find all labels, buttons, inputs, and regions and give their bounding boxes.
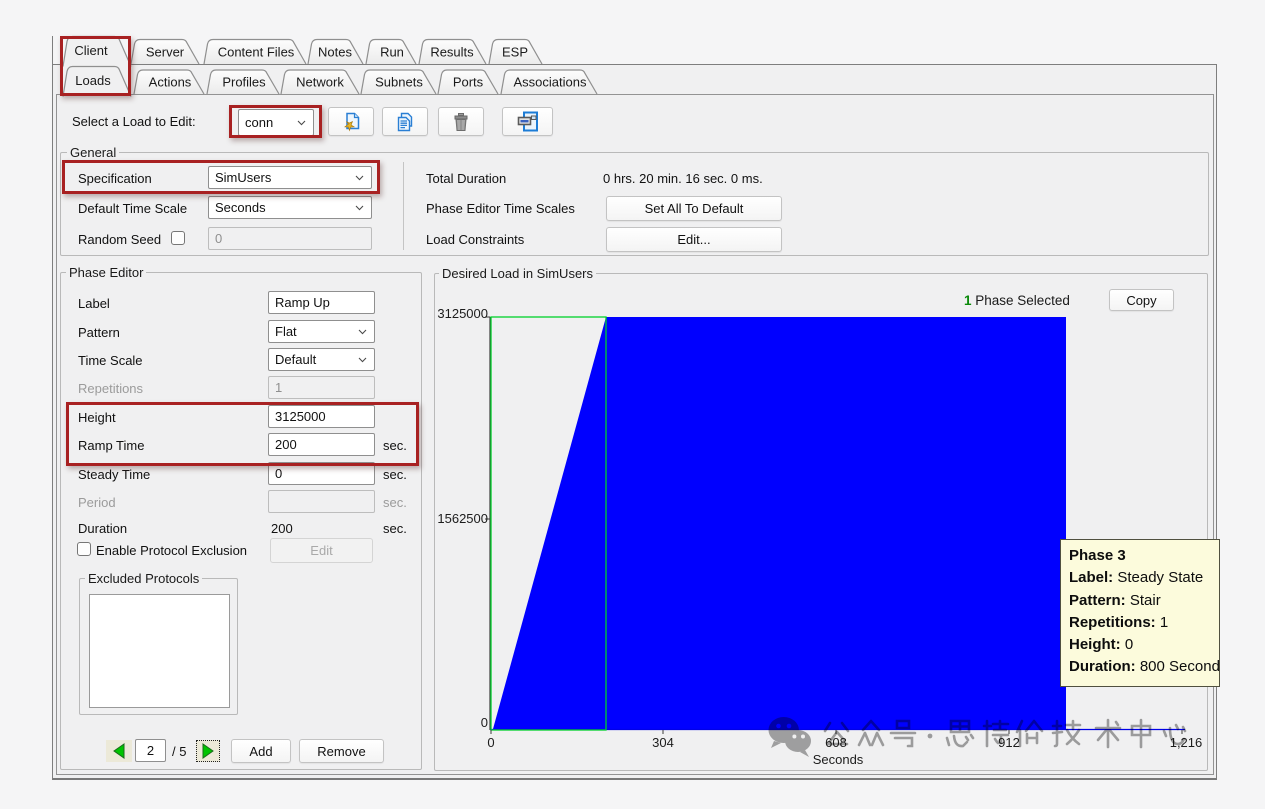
svg-text:Actions: Actions	[149, 75, 192, 90]
svg-text:Notes: Notes	[318, 45, 352, 60]
svg-text:0: 0	[487, 735, 494, 750]
svg-text:Server: Server	[146, 45, 185, 60]
svg-text:1 Phase Selected: 1 Phase Selected	[964, 293, 1070, 308]
svg-text:3125000: 3125000	[437, 306, 488, 321]
svg-text:0: 0	[481, 715, 488, 730]
svg-text:Associations: Associations	[514, 75, 587, 90]
svg-text:Run: Run	[380, 45, 404, 60]
svg-text:ESP: ESP	[502, 45, 528, 60]
svg-text:Profiles: Profiles	[222, 75, 266, 90]
svg-text:304: 304	[652, 735, 674, 750]
svg-text:1562500: 1562500	[437, 511, 488, 526]
svg-text:Ports: Ports	[453, 75, 484, 90]
svg-text:Network: Network	[296, 75, 344, 90]
svg-text:Results: Results	[430, 45, 474, 60]
svg-text:Subnets: Subnets	[375, 75, 423, 90]
svg-text:Content Files: Content Files	[218, 45, 295, 60]
